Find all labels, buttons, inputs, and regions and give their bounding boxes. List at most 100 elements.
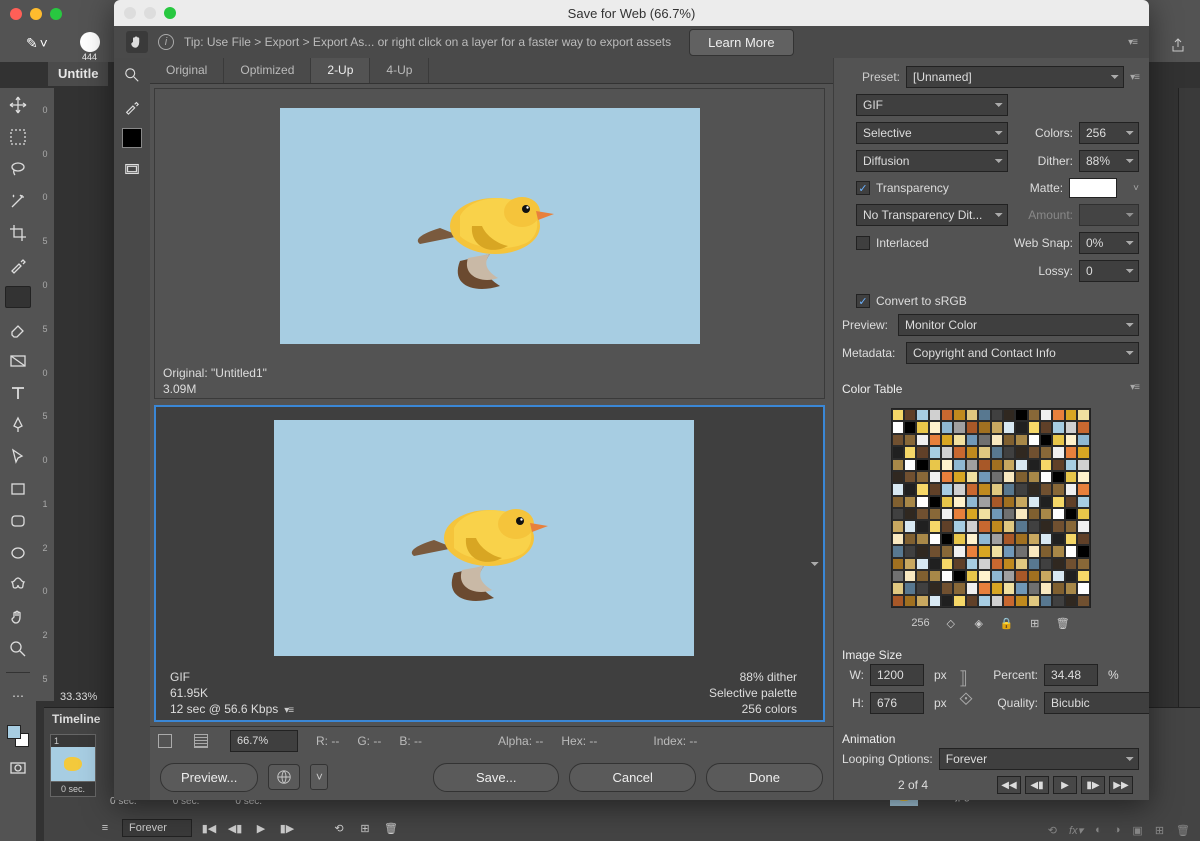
browser-chevron-icon[interactable]: ˅ bbox=[310, 764, 328, 790]
hand-tool-icon[interactable] bbox=[126, 31, 148, 53]
preview-original[interactable]: Original: "Untitled1" 3.09M bbox=[154, 88, 825, 399]
tab-optimized[interactable]: Optimized bbox=[224, 58, 311, 83]
eyedropper-color-swatch[interactable] bbox=[122, 128, 142, 148]
fx-icon[interactable]: fx▾ bbox=[1069, 824, 1083, 837]
brush-preview[interactable] bbox=[80, 32, 100, 52]
save-button[interactable]: Save... bbox=[433, 763, 559, 792]
quality-select[interactable]: Bicubic bbox=[1044, 692, 1149, 714]
zoom-in-icon[interactable] bbox=[121, 64, 143, 86]
dither-type-select[interactable]: Diffusion bbox=[856, 150, 1008, 172]
link-dimensions-icon[interactable]: ⟧⟐ bbox=[960, 668, 972, 710]
play-icon[interactable]: ▶ bbox=[252, 820, 270, 836]
eyedropper-tool-icon[interactable] bbox=[7, 254, 29, 276]
reduction-select[interactable]: Selective bbox=[856, 122, 1008, 144]
crop-tool-icon[interactable] bbox=[7, 222, 29, 244]
share-icon[interactable] bbox=[1170, 38, 1186, 54]
custom-shape-tool-icon[interactable] bbox=[7, 574, 29, 596]
preview-optimized[interactable]: GIF 61.95K 12 sec @ 56.6 Kbps▾≡ 88% dith… bbox=[154, 405, 825, 722]
timeline-frame[interactable]: 1 0 sec. bbox=[50, 734, 96, 797]
play-button[interactable]: ▶ bbox=[1053, 776, 1077, 794]
tab-4up[interactable]: 4-Up bbox=[370, 58, 429, 83]
color-table[interactable] bbox=[891, 408, 1091, 608]
browser-preview-icon[interactable] bbox=[268, 764, 300, 790]
color-table-menu-icon[interactable]: ▾≡ bbox=[1130, 382, 1139, 393]
next-frame-icon[interactable]: ▮▶ bbox=[278, 820, 296, 836]
delete-frame-icon[interactable]: 🗑 bbox=[382, 820, 400, 836]
speed-menu-icon[interactable]: ▾≡ bbox=[284, 705, 293, 716]
slice-select-icon[interactable] bbox=[121, 158, 143, 180]
first-frame-icon[interactable]: ▮◀ bbox=[200, 820, 218, 836]
rectangle-tool-icon[interactable] bbox=[7, 478, 29, 500]
more-tools-icon[interactable]: ⋯ bbox=[7, 685, 29, 707]
ct-lock-icon[interactable]: 🔒 bbox=[1000, 616, 1014, 630]
wand-tool-icon[interactable] bbox=[7, 190, 29, 212]
lossy-select[interactable]: 0 bbox=[1079, 260, 1139, 282]
tween-icon[interactable]: ⟲ bbox=[330, 820, 348, 836]
ct-new-icon[interactable]: ⊞ bbox=[1028, 616, 1042, 630]
foreground-background-swatch[interactable] bbox=[7, 725, 29, 747]
done-button[interactable]: Done bbox=[706, 763, 823, 792]
path-select-icon[interactable] bbox=[7, 446, 29, 468]
preset-select[interactable]: [Unnamed] bbox=[906, 66, 1124, 88]
trash-icon[interactable]: 🗑 bbox=[1176, 824, 1190, 837]
zoom-tool-icon[interactable] bbox=[7, 638, 29, 660]
format-select[interactable]: GIF bbox=[856, 94, 1008, 116]
srgb-checkbox[interactable] bbox=[856, 294, 870, 308]
hand-tool-icon[interactable] bbox=[7, 606, 29, 628]
link-layers-icon[interactable]: ⟲ bbox=[1048, 824, 1057, 837]
marquee-tool-icon[interactable] bbox=[7, 126, 29, 148]
learn-more-button[interactable]: Learn More bbox=[689, 29, 793, 56]
last-frame-button[interactable]: ▶▶ bbox=[1109, 776, 1133, 794]
mac-traffic-main[interactable] bbox=[10, 8, 62, 20]
colors-select[interactable]: 256 bbox=[1079, 122, 1139, 144]
brush-tool-icon[interactable] bbox=[5, 286, 31, 308]
percent-input[interactable] bbox=[1044, 664, 1098, 686]
quickmask-icon[interactable] bbox=[7, 757, 29, 779]
lasso-tool-icon[interactable] bbox=[7, 158, 29, 180]
move-tool-icon[interactable] bbox=[7, 94, 29, 116]
pen-tool-icon[interactable] bbox=[7, 414, 29, 436]
eyedropper-icon[interactable] bbox=[121, 96, 143, 118]
matte-swatch[interactable] bbox=[1069, 178, 1117, 198]
ellipse-tool-icon[interactable] bbox=[7, 542, 29, 564]
ct-delete-icon[interactable]: 🗑 bbox=[1056, 616, 1070, 630]
first-frame-button[interactable]: ◀◀ bbox=[997, 776, 1021, 794]
metadata-select[interactable]: Copyright and Contact Info bbox=[906, 342, 1139, 364]
loop-select[interactable]: Forever bbox=[122, 819, 192, 837]
ct-transparent-icon[interactable]: ◈ bbox=[972, 616, 986, 630]
new-layer-icon[interactable]: ⊞ bbox=[1155, 824, 1164, 837]
mac-traffic-dialog[interactable] bbox=[124, 7, 176, 19]
timeline-menu-icon[interactable]: ≡ bbox=[96, 820, 114, 836]
mask-icon[interactable]: ◐ bbox=[1095, 824, 1102, 837]
interlaced-checkbox[interactable] bbox=[856, 236, 870, 250]
slice-hide-icon[interactable] bbox=[158, 734, 172, 748]
new-frame-icon[interactable]: ⊞ bbox=[356, 820, 374, 836]
preview-profile-select[interactable]: Monitor Color bbox=[898, 314, 1139, 336]
slice-show-icon[interactable] bbox=[194, 734, 208, 748]
tab-2up[interactable]: 2-Up bbox=[311, 58, 370, 83]
next-frame-button[interactable]: ▮▶ bbox=[1081, 776, 1105, 794]
websnap-select[interactable]: 0% bbox=[1079, 232, 1139, 254]
eraser-tool-icon[interactable] bbox=[7, 318, 29, 340]
dither-select[interactable]: 88% bbox=[1079, 150, 1139, 172]
document-tab[interactable]: Untitle bbox=[48, 62, 108, 86]
tab-original[interactable]: Original bbox=[150, 58, 224, 83]
ct-cube-icon[interactable]: ◇ bbox=[944, 616, 958, 630]
group-icon[interactable]: ▣ bbox=[1132, 824, 1142, 837]
gradient-tool-icon[interactable] bbox=[7, 350, 29, 372]
prev-frame-button[interactable]: ◀▮ bbox=[1025, 776, 1049, 794]
loop-select[interactable]: Forever bbox=[939, 748, 1139, 770]
prev-frame-icon[interactable]: ◀▮ bbox=[226, 820, 244, 836]
preset-menu-icon[interactable]: ▾≡ bbox=[1130, 72, 1139, 83]
zoom-select[interactable]: 66.7% bbox=[230, 730, 298, 752]
dialog-titlebar[interactable]: Save for Web (66.7%) bbox=[114, 0, 1149, 26]
type-tool-icon[interactable] bbox=[7, 382, 29, 404]
transparency-checkbox[interactable] bbox=[856, 181, 870, 195]
rounded-rect-tool-icon[interactable] bbox=[7, 510, 29, 532]
preview-button[interactable]: Preview... bbox=[160, 763, 258, 792]
cancel-button[interactable]: Cancel bbox=[569, 763, 695, 792]
trans-dither-select[interactable]: No Transparency Dit... bbox=[856, 204, 1008, 226]
preset-flyout-icon[interactable]: ▾≡ bbox=[1128, 37, 1137, 48]
brush-tool-icon[interactable]: ✎ ˅ bbox=[26, 35, 47, 52]
adjustment-icon[interactable]: ◑ bbox=[1114, 824, 1121, 837]
